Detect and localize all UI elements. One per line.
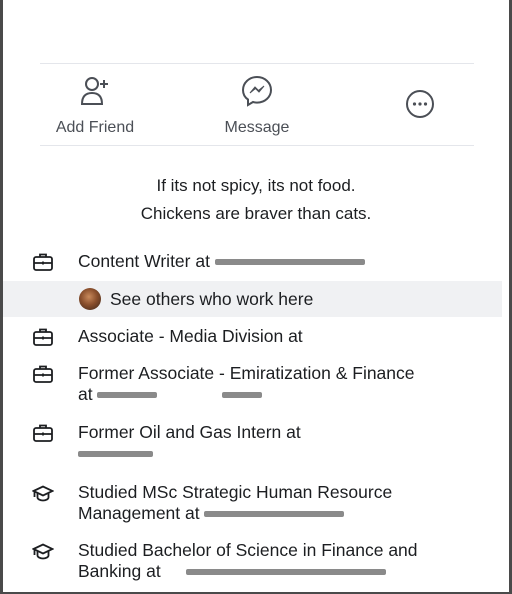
divider-bio [40, 145, 474, 146]
divider-top [40, 63, 474, 64]
bio-line-2: Chickens are braver than cats. [140, 204, 372, 223]
briefcase-icon [32, 326, 54, 348]
graduation-cap-icon [31, 482, 55, 504]
more-options-icon [400, 88, 440, 125]
work-item-text-line2: at [78, 384, 93, 404]
message-label: Message [224, 119, 290, 136]
briefcase-icon [32, 363, 54, 385]
redacted-text [78, 451, 153, 458]
more-button[interactable] [400, 88, 440, 131]
avatar [79, 288, 101, 310]
work-item-text: Content Writer at [78, 251, 210, 271]
briefcase-icon [32, 422, 54, 444]
redacted-text [97, 392, 158, 399]
work-item-text: Associate - Media Division at [78, 326, 303, 346]
redacted-text [185, 569, 386, 576]
work-item-text-line1: Former Associate - Emiratization & Finan… [78, 363, 415, 383]
messenger-icon [212, 74, 302, 113]
education-item-text-line1: Studied MSc Strategic Human Resource [78, 482, 393, 502]
briefcase-icon [32, 251, 54, 273]
add-friend-label: Add Friend [55, 119, 135, 136]
redacted-text [204, 511, 345, 518]
education-item-text-line2: Management at [78, 503, 200, 523]
see-others-link[interactable]: See others who work here [110, 289, 510, 310]
work-item-text: Former Oil and Gas Intern at [78, 422, 301, 442]
redacted-text [222, 392, 263, 399]
add-friend-button[interactable]: Add Friend [50, 74, 140, 137]
add-friend-icon [50, 74, 140, 113]
message-button[interactable]: Message [212, 74, 302, 137]
bio-line-1: If its not spicy, its not food. [156, 176, 356, 195]
redacted-text [214, 259, 365, 266]
graduation-cap-icon [31, 540, 55, 562]
education-item-text-line2: Banking at [78, 561, 161, 581]
education-item-text-line1: Studied Bachelor of Science in Finance a… [78, 540, 418, 560]
